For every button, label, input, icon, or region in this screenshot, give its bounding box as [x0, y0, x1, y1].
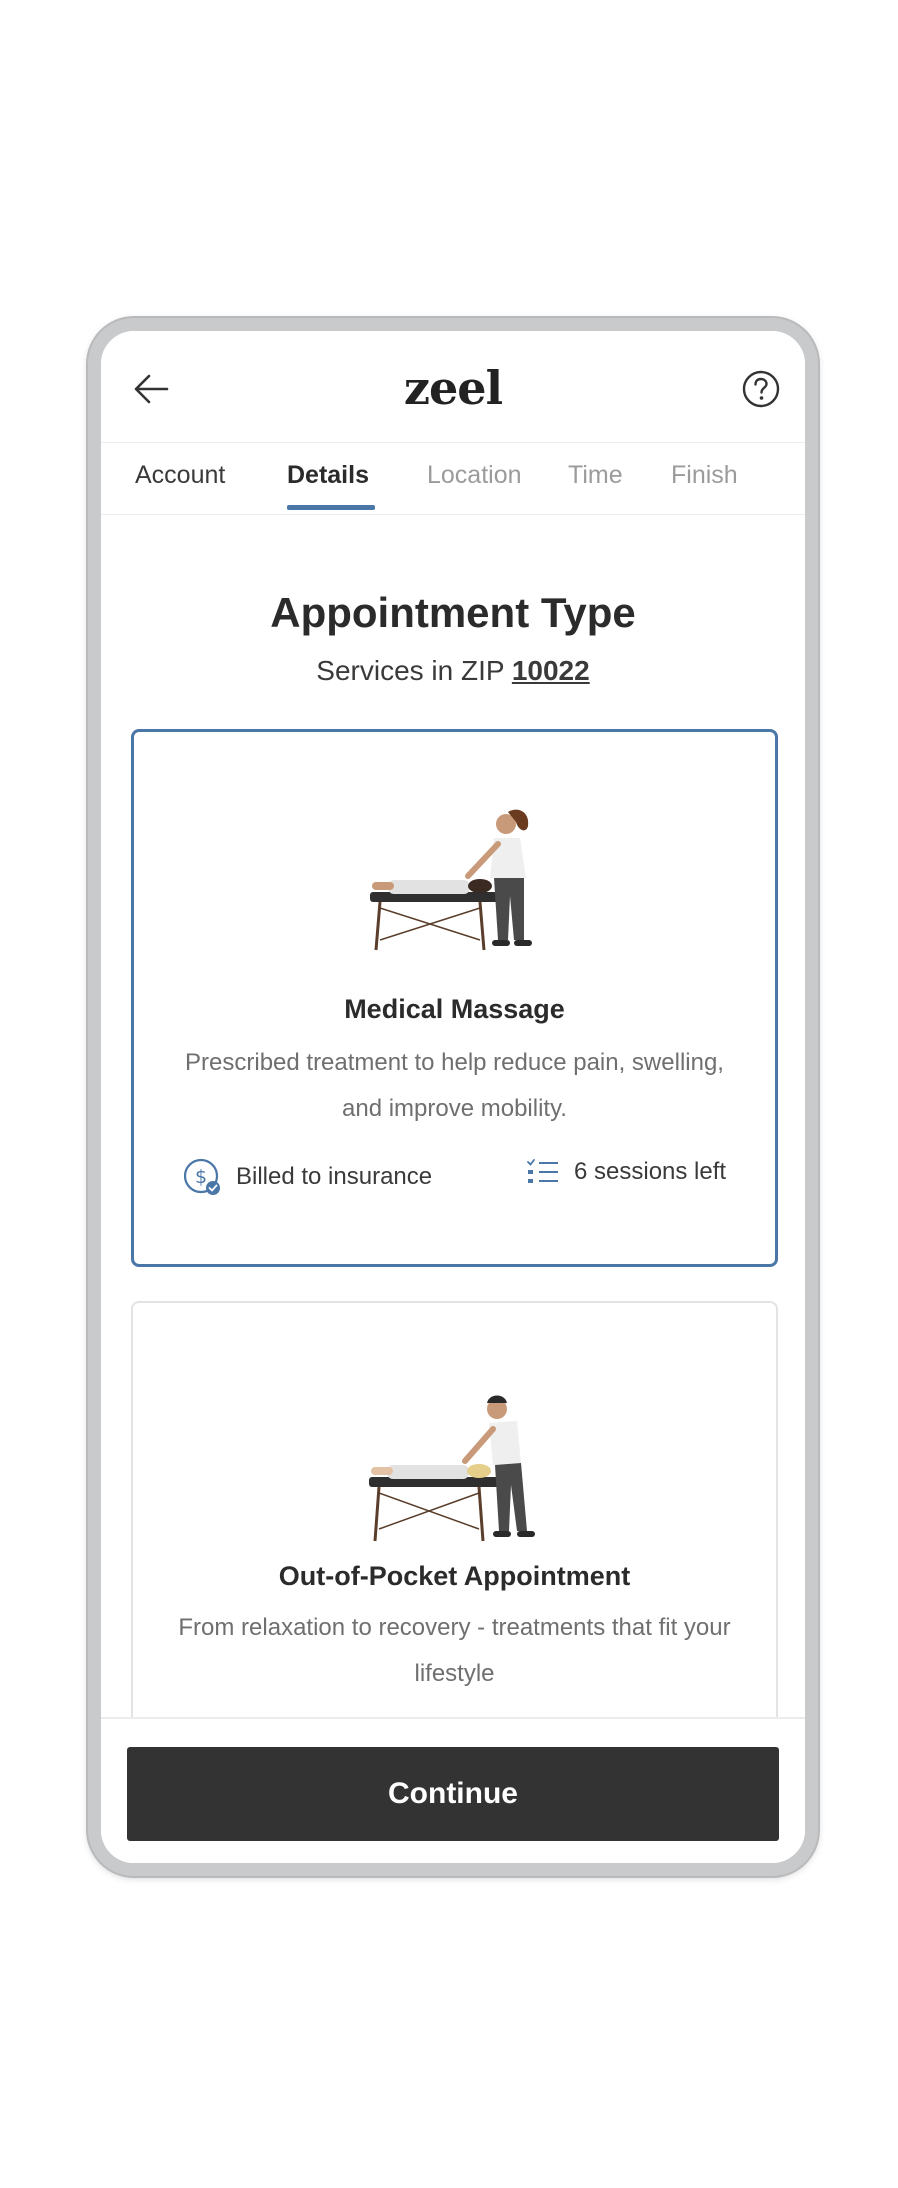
zip-prefix: Services in ZIP — [316, 655, 512, 686]
card-description: From relaxation to recovery - treatments… — [178, 1614, 731, 1687]
help-icon[interactable] — [741, 369, 781, 409]
tab-finish[interactable]: Finish — [671, 461, 738, 490]
page-title: Appointment Type — [270, 589, 636, 636]
insurance-dollar-icon: $ — [183, 1158, 220, 1195]
zeel-logo: zeel — [403, 361, 503, 415]
footer-bar: Continue — [101, 1717, 805, 1863]
progress-tabs: Account Details Location Time Finish — [101, 443, 805, 515]
active-tab-indicator — [287, 505, 375, 510]
phone-frame: zeel Account Details Location Time Finis… — [88, 318, 818, 1876]
zip-link[interactable]: 10022 — [512, 655, 590, 686]
app-header: zeel — [101, 331, 805, 443]
out-of-pocket-card[interactable]: Out-of-Pocket Appointment From relaxatio… — [131, 1301, 778, 1761]
massage-therapist-illustration — [369, 1395, 535, 1542]
card-title: Out-of-Pocket Appointment — [278, 1561, 631, 1591]
insurance-meta: $ Billed to insurance — [182, 1157, 432, 1197]
continue-button[interactable]: Continue — [127, 1747, 779, 1841]
tab-location[interactable]: Location — [427, 461, 522, 490]
card-title: Medical Massage — [344, 994, 565, 1024]
tab-account[interactable]: Account — [135, 461, 225, 490]
svg-text:$: $ — [195, 1166, 207, 1188]
tab-details[interactable]: Details — [287, 461, 369, 490]
app-screen: zeel Account Details Location Time Finis… — [101, 331, 805, 1863]
massage-therapist-illustration — [370, 809, 532, 951]
sessions-meta: 6 sessions left — [526, 1157, 726, 1187]
tab-time[interactable]: Time — [568, 461, 623, 490]
medical-massage-card[interactable]: Medical Massage Prescribed treatment to … — [131, 729, 778, 1267]
sessions-label: 6 sessions left — [574, 1158, 727, 1185]
sessions-list-icon — [527, 1159, 558, 1183]
card-description: Prescribed treatment to help reduce pain… — [185, 1049, 724, 1122]
billing-label: Billed to insurance — [236, 1163, 433, 1190]
zip-line: Services in ZIP 10022 — [101, 655, 805, 687]
